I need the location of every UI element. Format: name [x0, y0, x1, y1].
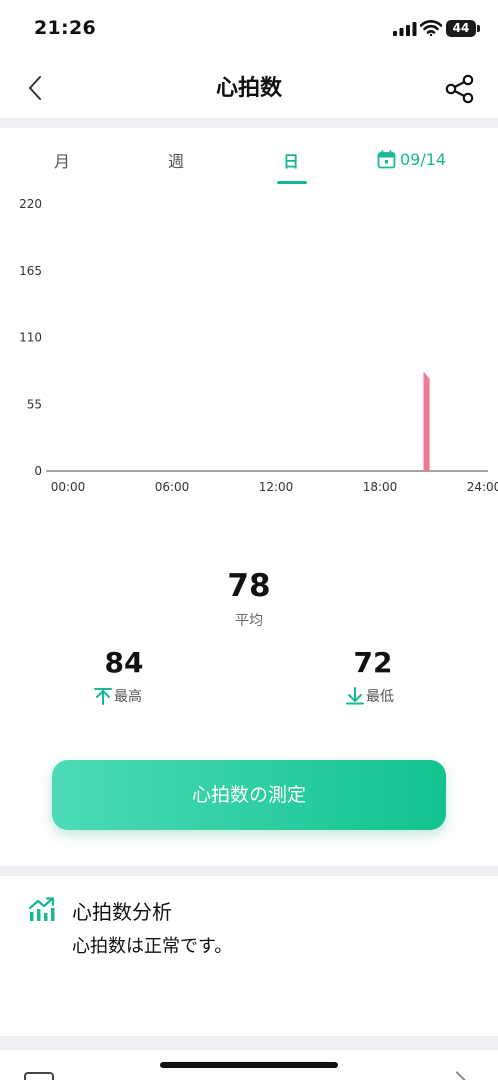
heart-rate-area: [423, 371, 430, 471]
y-tick-label: 165: [19, 264, 42, 278]
page-title: 心拍数: [215, 76, 282, 101]
min-value: 72: [353, 646, 393, 679]
section-divider: [0, 1036, 498, 1050]
date-label: 09/14: [400, 149, 447, 169]
status-time: 21:26: [34, 17, 96, 39]
period-tabs: 月 週 日 09/14: [0, 130, 498, 186]
x-tick-label: 18:00: [363, 480, 398, 494]
analysis-text: 心拍数は正常です。: [72, 936, 233, 957]
tab-day[interactable]: 日: [283, 148, 299, 172]
average-value: 78: [227, 568, 271, 604]
measure-heart-rate-button[interactable]: 心拍数の測定: [52, 760, 446, 830]
trend-chart-icon: [28, 897, 55, 921]
y-tick-label: 220: [19, 197, 42, 211]
y-tick-label: 0: [34, 464, 42, 478]
y-tick-label: 110: [19, 331, 42, 345]
home-indicator: [160, 1062, 338, 1068]
date-picker-button[interactable]: 09/14: [377, 148, 446, 170]
max-value: 84: [104, 646, 144, 679]
battery-icon: 44: [446, 20, 480, 37]
wifi-icon: [420, 20, 442, 36]
heart-rate-chart: 220 165 110 55 0 00:00 06:00 12:00 18:00 24:00: [19, 197, 498, 494]
analysis-title: 心拍数分析: [72, 900, 172, 924]
cellular-signal-icon: [393, 22, 417, 36]
tab-active-indicator: [277, 181, 307, 184]
status-bar: 21:26 44: [0, 0, 498, 56]
max-label-group: 最高: [94, 686, 142, 706]
x-tick-label: 24:00: [467, 480, 498, 494]
x-tick-label: 12:00: [259, 480, 294, 494]
arrow-down-icon: [346, 687, 364, 705]
calendar-icon: [377, 149, 396, 168]
arrow-up-icon: [94, 688, 112, 705]
min-label: 最低: [366, 689, 394, 705]
tab-week[interactable]: 週: [168, 148, 184, 172]
analysis-card: 心拍数分析 心拍数は正常です。: [0, 876, 498, 1036]
average-label: 平均: [235, 613, 263, 629]
max-label: 最高: [114, 689, 142, 705]
x-tick-label: 00:00: [51, 480, 86, 494]
x-tick-label: 06:00: [155, 480, 190, 494]
y-tick-label: 55: [27, 397, 42, 411]
tab-month[interactable]: 月: [54, 148, 70, 172]
share-icon[interactable]: [444, 74, 476, 104]
section-divider: [0, 118, 498, 128]
chevron-right-icon: [447, 1071, 467, 1080]
section-divider: [0, 866, 498, 876]
row-icon: [24, 1072, 54, 1080]
min-label-group: 最低: [346, 686, 394, 706]
nav-bar: 心拍数: [0, 56, 498, 118]
